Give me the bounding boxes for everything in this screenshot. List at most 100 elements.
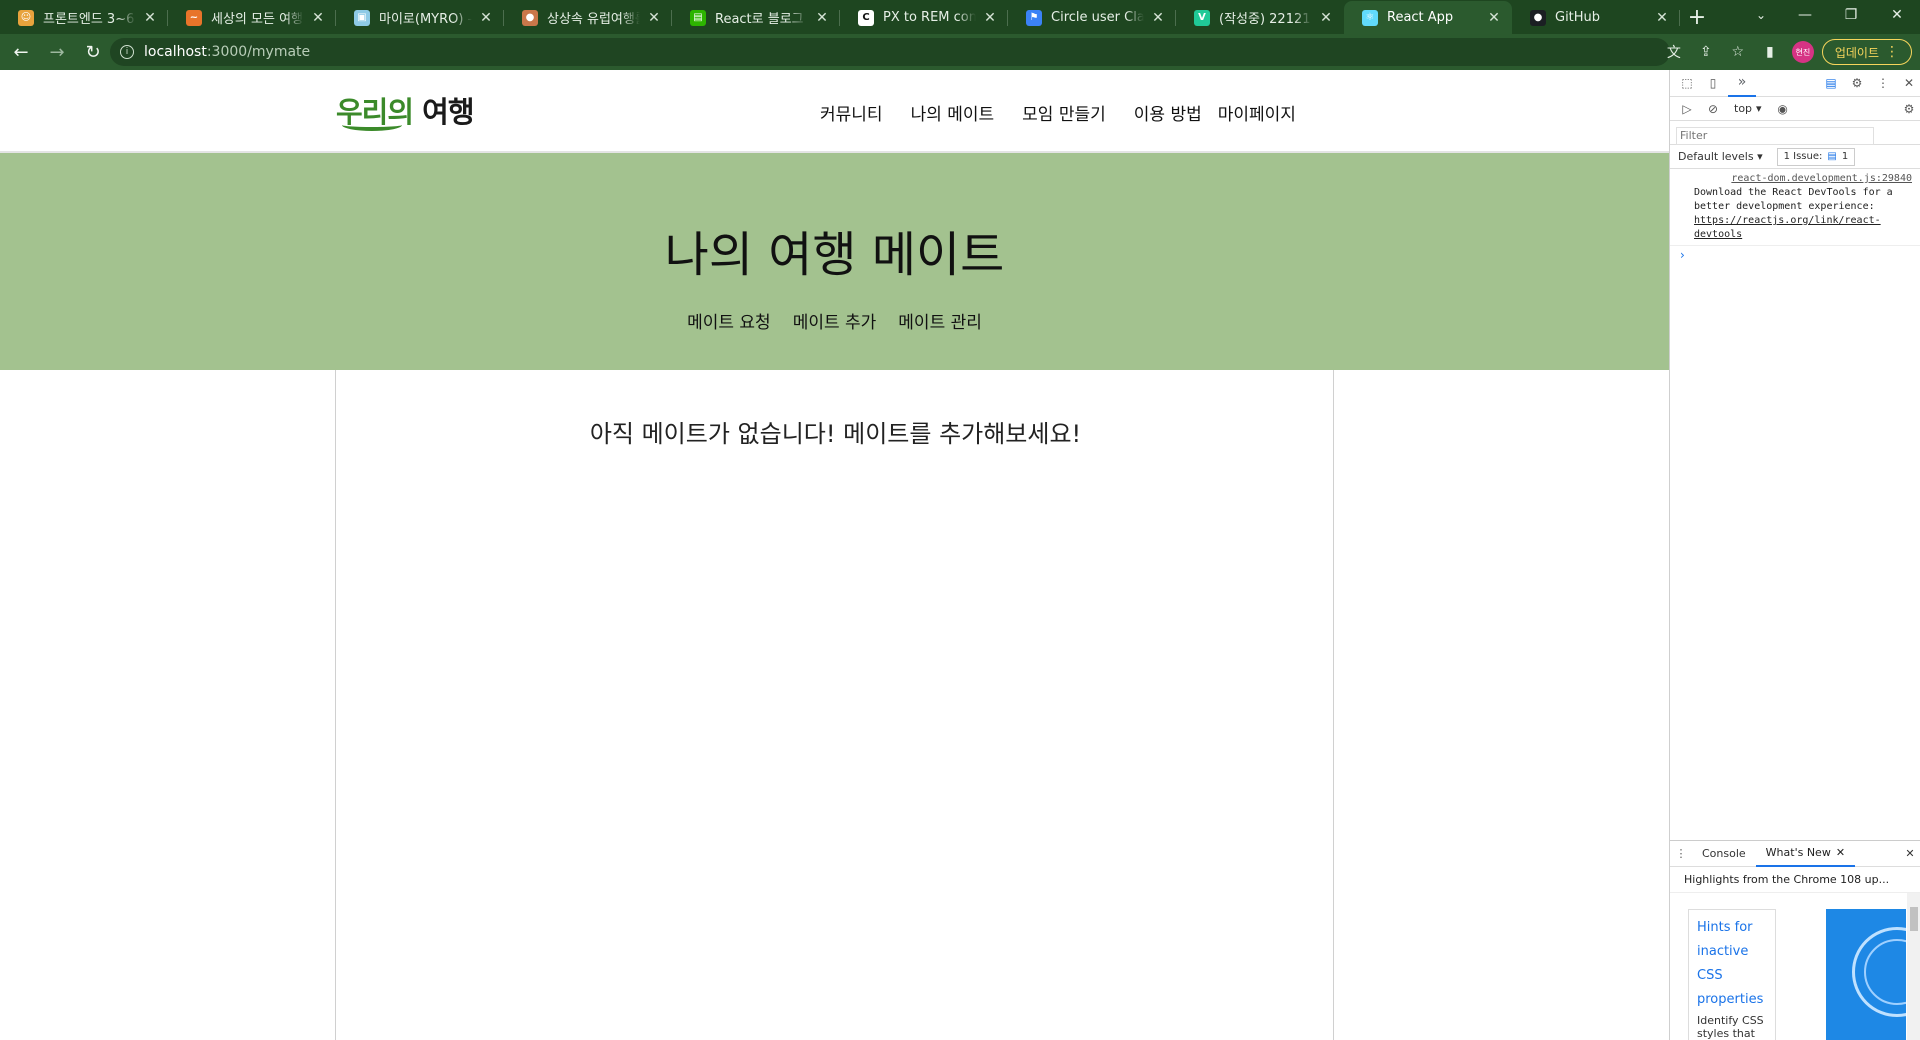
tab-close-icon[interactable]: ✕ [142,10,158,26]
tab-favicon-icon: V [1194,9,1210,26]
devtools-menu-icon[interactable]: ⋮ [1872,72,1894,94]
address-bar[interactable]: i localhost:3000/mymate [110,38,1670,66]
nav-item[interactable]: 마이페이지 [1218,100,1296,125]
new-tab-button[interactable]: + [1680,1,1714,34]
browser-tab[interactable]: ~ 세상의 모든 여행, ✕ [168,1,336,34]
browser-tab[interactable]: ▤ React로 블로그 만 ✕ [672,1,840,34]
tab-title: PX to REM conver [883,10,976,25]
console-filter-input[interactable] [1676,126,1874,145]
browser-tab[interactable]: C PX to REM conver ✕ [840,1,1008,34]
site-logo[interactable]: 우리의 여행 [336,88,475,132]
issue-icon: ▤ [1827,151,1837,162]
highlights-header: Highlights from the Chrome 108 up... [1670,867,1920,893]
card-description: Identify CSS styles that are entirely [1697,1014,1764,1040]
settings-gear-icon[interactable]: ⚙ [1846,72,1868,94]
share-icon[interactable]: ⇪ [1692,38,1720,66]
browser-tab[interactable]: V (작성중) 221213 프 ✕ [1176,1,1344,34]
update-button[interactable]: 업데이트 ⋮ [1821,39,1912,65]
whats-new-card[interactable]: Hints for inactive CSS properties Identi… [1688,909,1776,1040]
mate-subnav: 메이트 요청 메이트 추가 메이트 관리 [0,308,1669,333]
reload-icon[interactable]: ↻ [78,37,108,67]
minimize-icon[interactable]: — [1782,0,1828,30]
console-prompt-icon[interactable]: › [1670,246,1920,262]
empty-state-message: 아직 메이트가 없습니다! 메이트를 추가해보세요! [589,420,1082,448]
main-nav: 커뮤니티 나의 메이트 모임 만들기 이용 방법 마이페이지 [820,100,1296,125]
nav-item[interactable]: 모임 만들기 [1022,100,1106,125]
inspect-element-icon[interactable]: ⬚ [1676,72,1698,94]
site-info-icon[interactable]: i [120,45,134,59]
back-icon[interactable]: ← [6,37,36,67]
devtools-drawer: ⋮ Console What's New ✕ ✕ Highlights from … [1670,840,1920,1040]
console-text: Download the React DevTools for a better… [1694,187,1893,212]
tab-close-icon[interactable]: ✕ [310,10,326,26]
clear-console-icon[interactable]: ⊘ [1702,98,1724,120]
side-panel-icon[interactable]: ▮ [1756,38,1784,66]
log-levels-dropdown[interactable]: Default levels ▾ [1678,150,1763,163]
tab-title: React로 블로그 만 [715,12,808,27]
scrollbar-thumb[interactable] [1910,907,1918,931]
browser-tab[interactable]: ⚛ React App ✕ [1344,1,1512,34]
tab-whats-new-label: What's New [1765,846,1831,859]
tab-whats-new[interactable]: What's New ✕ [1755,841,1856,867]
browser-tab[interactable]: ☺ 프론트엔드 3~6 (5 ✕ [0,1,168,34]
context-selector[interactable]: top ▾ [1728,102,1768,115]
tab-favicon-icon: ● [1530,9,1546,26]
translate-icon[interactable]: 文 [1660,38,1688,66]
close-tab-icon[interactable]: ✕ [1836,846,1845,859]
menu-dots-icon: ⋮ [1885,44,1899,60]
close-drawer-icon[interactable]: ✕ [1899,847,1920,860]
devtools-panel: ⬚ ▯ » ▤ ⚙ ⋮ ✕ ▷ ⊘ top▾ ◉ ⚙ Default level… [1669,70,1920,1040]
forward-icon[interactable]: → [42,37,72,67]
logo-text-part2: 여행 [422,95,474,129]
toolbar-actions: 文 ⇪ ☆ ▮ 현진 업데이트 ⋮ [1660,38,1912,66]
bookmark-star-icon[interactable]: ☆ [1724,38,1752,66]
browser-tab[interactable]: ▣ 마이로(MYRO) - A ✕ [336,1,504,34]
close-window-icon[interactable]: ✕ [1874,0,1920,30]
profile-avatar[interactable]: 현진 [1791,41,1814,63]
tab-close-icon[interactable]: ✕ [982,10,998,26]
restore-icon[interactable]: ❐ [1828,0,1874,30]
tab-close-icon[interactable]: ✕ [646,10,662,26]
nav-item[interactable]: 나의 메이트 [911,100,995,125]
subnav-item[interactable]: 메이트 요청 [687,308,771,333]
browser-tab[interactable]: ● GitHub ✕ [1512,1,1680,34]
console-source-link[interactable]: react-dom.development.js:29840 [1694,172,1912,186]
tab-close-icon[interactable]: ✕ [814,10,830,26]
tab-console[interactable]: Console [1692,841,1756,867]
browser-toolbar: ← → ↻ i localhost:3000/mymate 文 ⇪ ☆ ▮ 현진… [0,34,1920,70]
tab-title: 프론트엔드 3~6 (5 [43,12,136,27]
logo-swoosh [342,119,402,131]
tab-close-icon[interactable]: ✕ [1486,10,1502,26]
tab-close-icon[interactable]: ✕ [1150,10,1166,26]
nav-item[interactable]: 커뮤니티 [820,100,883,125]
live-expression-eye-icon[interactable]: ◉ [1772,98,1794,120]
close-devtools-icon[interactable]: ✕ [1898,72,1920,94]
tab-close-icon[interactable]: ✕ [478,10,494,26]
more-tabs-chevron-icon[interactable]: » [1728,70,1756,97]
tab-close-icon[interactable]: ✕ [1654,10,1670,26]
devtools-link[interactable]: https://reactjs.org/link/react-devtools [1694,215,1881,240]
page-title: 나의 여행 메이트 [664,227,1005,283]
issues-badge-icon[interactable]: ▤ [1820,72,1842,94]
tab-title: 세상의 모든 여행, [211,12,304,27]
card-link[interactable]: Hints for inactive CSS properties [1697,916,1767,1012]
browser-tab[interactable]: ● 상상속 유럽여행를 ✕ [504,1,672,34]
issues-label: 1 Issue: [1783,151,1823,162]
console-settings-icon[interactable]: ⚙ [1898,98,1920,120]
device-toolbar-icon[interactable]: ▯ [1702,72,1724,94]
update-button-label: 업데이트 [1834,45,1879,60]
drawer-menu-icon[interactable]: ⋮ [1670,847,1692,860]
sidebar-toggle-icon[interactable]: ▷ [1676,98,1698,120]
browser-tab[interactable]: ⚑ Circle user Classic ✕ [1008,1,1176,34]
console-message: react-dom.development.js:29840 Download … [1670,169,1920,246]
subnav-item[interactable]: 메이트 추가 [793,308,877,333]
levels-row: Default levels ▾ 1 Issue: ▤ 1 [1670,145,1920,169]
drawer-scrollbar[interactable] [1907,893,1920,1040]
tab-search-icon[interactable]: ⌄ [1746,0,1776,30]
issues-button[interactable]: 1 Issue: ▤ 1 [1776,147,1856,166]
subnav-item[interactable]: 메이트 관리 [898,308,982,333]
tab-title: 마이로(MYRO) - A [379,12,472,27]
tab-title: React App [1387,10,1454,25]
tab-close-icon[interactable]: ✕ [1318,10,1334,26]
nav-item[interactable]: 이용 방법 [1134,100,1202,125]
